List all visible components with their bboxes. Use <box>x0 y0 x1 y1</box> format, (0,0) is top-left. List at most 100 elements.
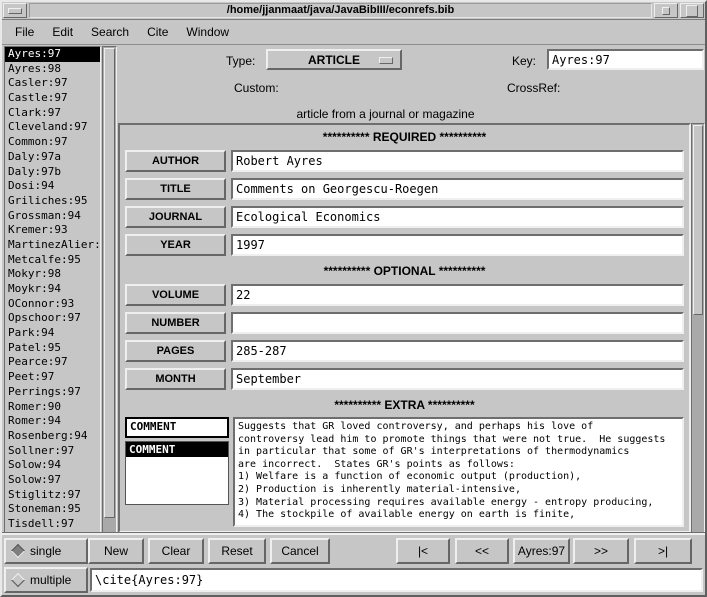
journal-field-label[interactable]: JOURNAL <box>125 206 226 228</box>
maximize-icon <box>686 5 698 17</box>
list-item[interactable]: Grossman:94 <box>5 209 100 224</box>
custom-label: Custom: <box>234 81 279 95</box>
comment-textarea[interactable]: Suggests that GR loved controversy, and … <box>233 417 684 527</box>
menu-file[interactable]: File <box>15 25 34 39</box>
number-input[interactable] <box>231 312 684 334</box>
scrollbar-thumb[interactable] <box>104 48 115 518</box>
multiple-radio-icon <box>11 573 25 587</box>
single-radio-icon <box>11 544 25 558</box>
menubar: File Edit Search Cite Window <box>2 20 705 45</box>
key-input[interactable] <box>547 49 704 70</box>
nav-next-button[interactable]: >> <box>573 538 629 564</box>
author-input[interactable] <box>231 150 684 172</box>
list-item[interactable]: Castle:97 <box>5 91 100 106</box>
menu-cite[interactable]: Cite <box>147 25 168 39</box>
clear-button[interactable]: Clear <box>148 538 204 564</box>
volume-field-label[interactable]: VOLUME <box>125 284 226 306</box>
dropdown-item-comment[interactable]: COMMENT <box>126 442 228 457</box>
list-item[interactable]: Daly:97b <box>5 165 100 180</box>
reference-list: Ayres:97 Ayres:98 Casler:97 Castle:97 Cl… <box>4 46 101 533</box>
option-menu-icon <box>379 57 393 64</box>
extra-field-selector: COMMENT COMMENT <box>125 417 229 527</box>
reset-button[interactable]: Reset <box>208 538 266 564</box>
list-item[interactable]: Stiglitz:97 <box>5 488 100 503</box>
pages-input[interactable] <box>231 340 684 362</box>
menu-edit[interactable]: Edit <box>52 25 73 39</box>
menu-search[interactable]: Search <box>91 25 129 39</box>
list-item[interactable]: Moykr:94 <box>5 282 100 297</box>
new-button[interactable]: New <box>88 538 144 564</box>
list-item[interactable]: Park:94 <box>5 326 100 341</box>
year-input[interactable] <box>231 234 684 256</box>
multiple-mode-button[interactable]: multiple <box>4 567 88 593</box>
single-label: single <box>30 544 61 558</box>
list-item[interactable]: Solow:94 <box>5 458 100 473</box>
nav-current-button[interactable]: Ayres:97 <box>513 538 570 564</box>
year-field-label[interactable]: YEAR <box>125 234 226 256</box>
minimize-button[interactable] <box>654 3 678 18</box>
list-item[interactable]: Kremer:93 <box>5 223 100 238</box>
list-item[interactable]: Common:97 <box>5 135 100 150</box>
list-item[interactable]: Opschoor:97 <box>5 311 100 326</box>
month-field-label[interactable]: MONTH <box>125 368 226 390</box>
field-row-year: YEAR <box>120 231 689 259</box>
list-item[interactable]: Ayres:98 <box>5 62 100 77</box>
list-item[interactable]: Metcalfe:95 <box>5 253 100 268</box>
title-input[interactable] <box>231 178 684 200</box>
extra-area: COMMENT COMMENT Suggests that GR loved c… <box>120 415 689 527</box>
list-item[interactable]: MartinezAlier:9 <box>5 238 100 253</box>
list-item[interactable]: Tisdell:97 <box>5 517 100 532</box>
list-item[interactable]: Rosenberg:94 <box>5 429 100 444</box>
list-item[interactable]: Ayres:97 <box>5 47 100 62</box>
list-item[interactable]: Griliches:95 <box>5 194 100 209</box>
list-item[interactable]: Sollner:97 <box>5 444 100 459</box>
single-mode-button[interactable]: single <box>4 538 88 564</box>
nav-prev-button[interactable]: << <box>455 538 509 564</box>
list-item[interactable]: Dosi:94 <box>5 179 100 194</box>
extra-field-name-input[interactable]: COMMENT <box>125 417 229 438</box>
fields-panel: ********** REQUIRED ********** AUTHOR TI… <box>118 123 691 533</box>
list-item[interactable]: Romer:94 <box>5 414 100 429</box>
list-item[interactable]: Romer:90 <box>5 400 100 415</box>
list-item[interactable]: Stoneman:95 <box>5 502 100 517</box>
list-item[interactable]: Daly:97a <box>5 150 100 165</box>
number-field-label[interactable]: NUMBER <box>125 312 226 334</box>
menu-window[interactable]: Window <box>186 25 229 39</box>
bottom-bar: single multiple New Clear Reset Cancel |… <box>2 533 705 595</box>
month-input[interactable] <box>231 368 684 390</box>
field-row-month: MONTH <box>120 365 689 393</box>
list-item[interactable]: Perrings:97 <box>5 385 100 400</box>
cite-input[interactable] <box>90 568 703 592</box>
application-window: /home/jjanmaat/java/JavaBibIII/econrefs.… <box>0 0 707 597</box>
list-item[interactable]: Peet:97 <box>5 370 100 385</box>
key-label: Key: <box>512 54 536 68</box>
nav-first-button[interactable]: |< <box>396 538 450 564</box>
list-scrollbar[interactable] <box>102 46 117 533</box>
type-dropdown[interactable]: ARTICLE <box>266 49 402 70</box>
volume-input[interactable] <box>231 284 684 306</box>
title-field-label[interactable]: TITLE <box>125 178 226 200</box>
list-item[interactable]: OConnor:93 <box>5 297 100 312</box>
cancel-button[interactable]: Cancel <box>270 538 330 564</box>
author-field-label[interactable]: AUTHOR <box>125 150 226 172</box>
form-scrollbar[interactable] <box>691 123 705 533</box>
list-item[interactable]: Patel:95 <box>5 341 100 356</box>
type-label: Type: <box>226 54 255 68</box>
window-menu-button[interactable] <box>3 3 27 18</box>
list-item[interactable]: Clark:97 <box>5 106 100 121</box>
list-item[interactable]: Mokyr:98 <box>5 267 100 282</box>
list-item[interactable]: Pearce:97 <box>5 355 100 370</box>
list-item[interactable]: Solow:97 <box>5 473 100 488</box>
multiple-label: multiple <box>30 573 71 587</box>
scrollbar-thumb[interactable] <box>693 125 703 315</box>
journal-input[interactable] <box>231 206 684 228</box>
entry-header: Type: ARTICLE Key: Custom: CrossRef: art… <box>118 46 705 123</box>
nav-last-button[interactable]: >| <box>634 538 692 564</box>
field-row-author: AUTHOR <box>120 147 689 175</box>
pages-field-label[interactable]: PAGES <box>125 340 226 362</box>
list-item[interactable]: Cleveland:97 <box>5 120 100 135</box>
crossref-label: CrossRef: <box>507 81 560 95</box>
list-item[interactable]: Casler:97 <box>5 76 100 91</box>
maximize-button[interactable] <box>680 3 704 18</box>
field-row-number: NUMBER <box>120 309 689 337</box>
